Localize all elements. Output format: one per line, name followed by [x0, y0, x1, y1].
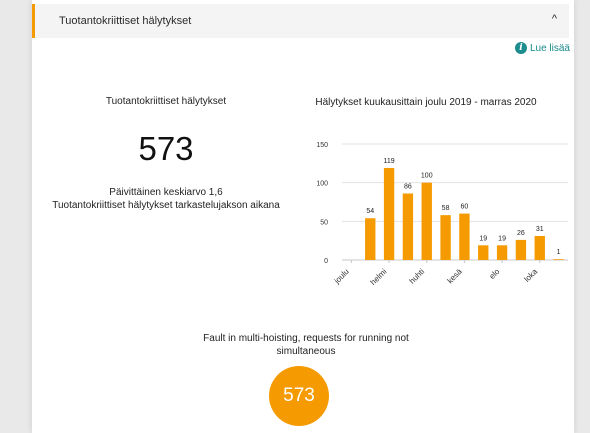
kpi-title: Tuotantokriittiset hälytykset: [105, 96, 227, 107]
kpi-value: 573: [138, 130, 194, 167]
data-label: 58: [442, 205, 450, 212]
y-tick-label: 0: [324, 258, 328, 265]
y-tick-label: 150: [316, 142, 328, 149]
bar: [515, 239, 527, 260]
info-icon: i: [514, 42, 527, 54]
bar: [459, 213, 470, 260]
data-label: 86: [404, 183, 412, 190]
panel-title: Tuotantokriittiset hälytykset: [59, 15, 192, 27]
fault-count-bubble: 573: [269, 366, 329, 426]
bar: [496, 245, 508, 260]
bar: [553, 259, 564, 260]
x-tick-label: helmi: [369, 267, 389, 287]
y-tick-label: 50: [320, 219, 328, 226]
bar: [440, 215, 451, 260]
x-tick-label: elo: [488, 267, 502, 281]
kpi-daily-average: Päivittäinen keskiarvo 1,6: [109, 187, 223, 198]
read-more-link[interactable]: i Lue lisää: [514, 42, 570, 54]
bar: [421, 182, 432, 260]
kpi-description: Tuotantokriittiset hälytykset tarkastelu…: [52, 200, 280, 211]
fault-title: Fault in multi-hoisting, requests for ru…: [203, 333, 409, 357]
chart-title: Hälytykset kuukausittain joulu 2019 - ma…: [315, 97, 537, 108]
data-label: 19: [479, 235, 487, 242]
data-label: 119: [383, 158, 394, 165]
bar: [402, 193, 414, 260]
bar: [478, 245, 489, 260]
x-tick-label: kesä: [446, 267, 465, 286]
data-label: 60: [461, 204, 469, 211]
bar: [365, 218, 376, 260]
bar: [534, 236, 545, 260]
kpi-subtitle: Päivittäinen keskiarvo 1,6 Tuotantokriit…: [46, 186, 286, 212]
panel-header[interactable]: Tuotantokriittiset hälytykset ^: [32, 4, 569, 38]
x-tick-label: joulu: [332, 267, 351, 286]
data-label: 1: [557, 249, 561, 256]
x-tick-label: loka: [522, 267, 539, 284]
x-tick-label: huhti: [408, 267, 427, 286]
data-label: 100: [421, 173, 433, 180]
data-label: 54: [366, 208, 374, 215]
alarms-card: Tuotantokriittiset hälytykset ^ i Lue li…: [32, 0, 574, 433]
chevron-up-icon[interactable]: ^: [552, 13, 557, 25]
data-label: 19: [498, 235, 506, 242]
monthly-alarms-chart: 050100150joulu54119helmi86100huhti58 60ke…: [316, 142, 568, 287]
bar: [383, 167, 395, 260]
data-label: 31: [536, 226, 544, 233]
read-more-label: Lue lisää: [529, 42, 570, 54]
y-tick-label: 100: [316, 181, 328, 188]
data-label: 26: [517, 230, 525, 237]
